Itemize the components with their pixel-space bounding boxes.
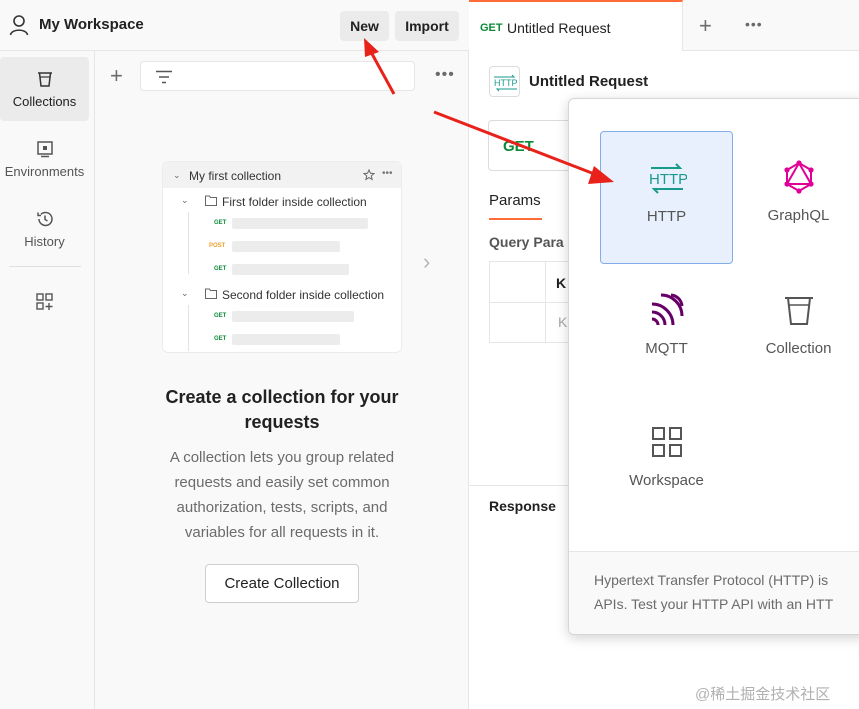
request-placeholder	[232, 311, 354, 322]
new-workspace-tile[interactable]: Workspace	[600, 396, 733, 529]
method-label: GET	[214, 336, 227, 342]
sidebar-item-history[interactable]: History	[0, 197, 89, 261]
trash-bin-icon	[37, 71, 52, 87]
chevron-down-icon: ⌄	[181, 195, 189, 205]
workspace-header: My Workspace New Import	[0, 0, 469, 51]
sidebar-item-collections[interactable]: Collections	[0, 57, 89, 121]
tree-line	[188, 305, 189, 351]
more-options-icon[interactable]: •••	[435, 66, 455, 84]
watermark: @稀土掘金技术社区	[695, 686, 831, 703]
request-tab-bar: GET Untitled Request + •••	[469, 0, 859, 51]
method-label: GET	[214, 220, 227, 226]
chevron-right-icon[interactable]: ›	[423, 249, 430, 275]
tile-label: MQTT	[645, 340, 688, 357]
more-options-icon: •••	[382, 168, 393, 179]
request-title[interactable]: Untitled Request	[529, 73, 648, 90]
http-request-icon: HTTP	[489, 66, 520, 97]
tab-name: Untitled Request	[507, 20, 611, 36]
popup-description-line-1: Hypertext Transfer Protocol (HTTP) is	[594, 572, 829, 588]
request-placeholder	[232, 264, 349, 275]
sidebar-divider	[9, 266, 81, 267]
popup-description: Hypertext Transfer Protocol (HTTP) is AP…	[569, 551, 859, 634]
illustration-folder-1: First folder inside collection	[222, 195, 367, 209]
method-select[interactable]: GET	[488, 120, 578, 171]
request-placeholder	[232, 241, 340, 252]
active-tab-indicator	[489, 218, 542, 220]
new-http-tile[interactable]: HTTP HTTP	[600, 131, 733, 264]
svg-text:HTTP: HTTP	[494, 78, 518, 88]
http-icon: HTTP	[649, 163, 687, 194]
request-placeholder	[232, 218, 368, 229]
illustration-collection-title: My first collection	[189, 169, 282, 183]
import-button[interactable]: Import	[395, 11, 459, 41]
create-collection-button[interactable]: Create Collection	[205, 564, 359, 603]
illustration-folder-2: Second folder inside collection	[222, 288, 385, 302]
user-icon	[9, 15, 29, 36]
add-widget-icon	[35, 293, 53, 310]
environment-icon	[36, 140, 53, 157]
sidebar-item-environments[interactable]: Environments	[0, 127, 89, 191]
sidebar-item-configure[interactable]	[0, 273, 89, 337]
collections-pane: + ••• ⌄ My first collection ••• ⌄ First …	[95, 51, 469, 709]
tree-line	[188, 212, 189, 274]
folder-icon	[205, 195, 217, 206]
svg-text:HTTP: HTTP	[649, 171, 687, 188]
more-options-icon[interactable]: •••	[745, 16, 763, 32]
new-tab-icon[interactable]: +	[699, 13, 712, 39]
tab-method: GET	[480, 22, 503, 34]
collections-search-input[interactable]	[140, 61, 415, 91]
query-params-label: Query Para	[489, 234, 564, 250]
filter-icon	[156, 70, 172, 84]
request-tab[interactable]: GET Untitled Request	[469, 0, 683, 51]
left-sidebar: Collections Environments History	[0, 51, 95, 709]
new-mqtt-tile[interactable]: MQTT	[600, 264, 733, 397]
new-button[interactable]: New	[340, 11, 389, 41]
tile-label: GraphQL	[767, 207, 830, 224]
workspace-title[interactable]: My Workspace	[39, 16, 144, 33]
request-placeholder	[232, 334, 340, 345]
response-label: Response	[489, 498, 556, 514]
popup-description-line-2: APIs. Test your HTTP API with an HTT	[594, 596, 834, 612]
method-label: GET	[214, 266, 227, 272]
method-select-value: GET	[503, 138, 534, 155]
key-input[interactable]: K	[558, 314, 567, 330]
collection-bin-icon	[784, 297, 813, 325]
key-column-header: K	[556, 275, 567, 291]
tab-params[interactable]: Params	[489, 192, 541, 209]
star-icon	[363, 169, 375, 181]
chevron-down-icon: ⌄	[181, 288, 189, 298]
folder-icon	[205, 288, 217, 299]
create-new-popup: HTTP HTTP GraphQL MQTT Collection Worksp…	[568, 98, 859, 635]
tile-label: Collection	[765, 340, 832, 357]
new-collection-tile[interactable]: Collection	[732, 264, 859, 397]
new-graphql-tile[interactable]: GraphQL	[732, 131, 859, 264]
sidebar-item-label: Environments	[4, 163, 85, 179]
empty-state-description: A collection lets you group related requ…	[169, 449, 395, 541]
tile-label: Workspace	[629, 472, 704, 489]
sidebar-item-label: Collections	[12, 93, 77, 109]
mqtt-icon	[651, 293, 683, 326]
history-icon	[36, 211, 53, 226]
method-label: POST	[209, 243, 226, 249]
tile-label: HTTP	[646, 208, 687, 225]
workspace-grid-icon	[651, 427, 682, 457]
graphql-icon	[783, 160, 814, 194]
empty-state-title: Create a collection for your requests	[165, 387, 399, 432]
collection-illustration: ⌄ My first collection ••• ⌄ First folder…	[162, 161, 402, 353]
method-label: GET	[214, 313, 227, 319]
table-divider	[545, 262, 546, 342]
add-collection-icon[interactable]: +	[110, 65, 123, 87]
chevron-down-icon: ⌄	[173, 170, 181, 180]
sidebar-item-label: History	[24, 233, 65, 249]
